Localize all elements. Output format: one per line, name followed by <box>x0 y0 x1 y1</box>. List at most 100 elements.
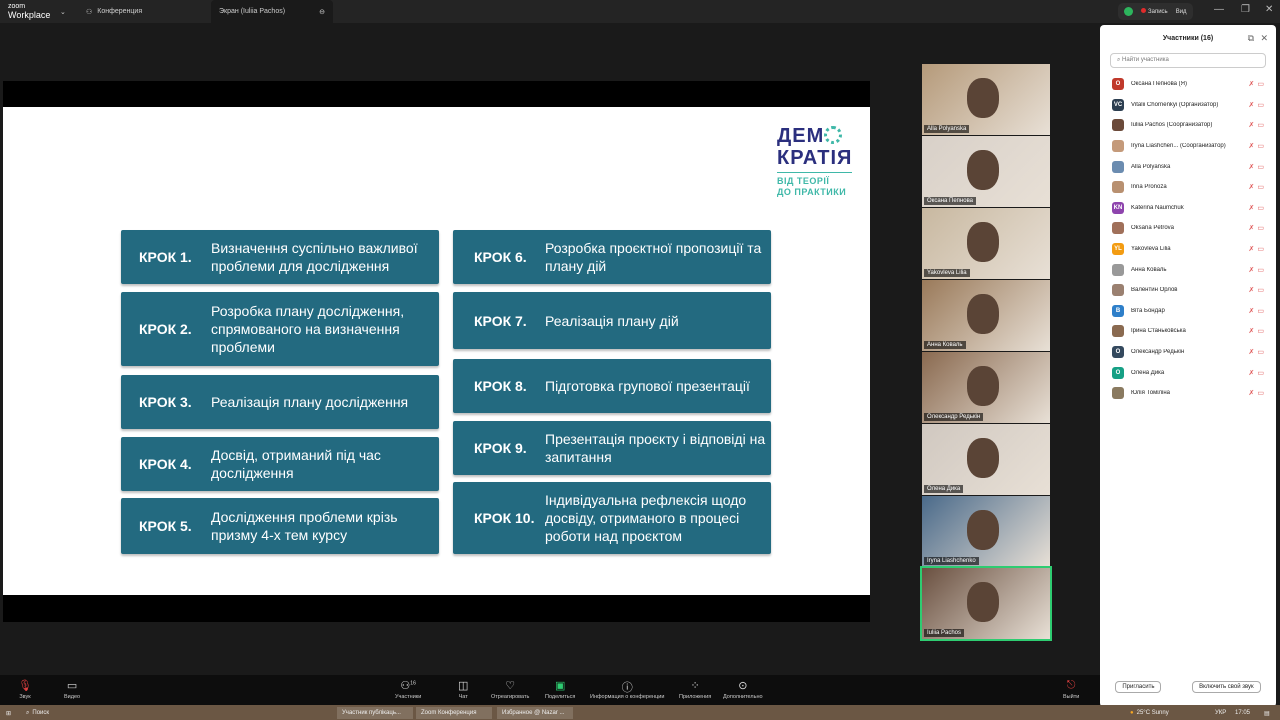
mic-muted-icon: ✗ <box>1248 369 1255 377</box>
video-tile[interactable]: Анна Коваль <box>922 280 1050 351</box>
participant-row[interactable]: Inna Pronoza ✗ ▭ <box>1100 177 1276 198</box>
video-tile[interactable]: Оксана Пепнова <box>922 136 1050 207</box>
unmute-self-button[interactable]: Включить свой звук <box>1192 681 1261 693</box>
avatar <box>1112 140 1124 153</box>
participant-row[interactable]: В Віта Бондар ✗ ▭ <box>1100 301 1276 322</box>
clock[interactable]: 17:05 <box>1235 707 1250 719</box>
participant-row[interactable]: Юлія Томіліна ✗ ▭ <box>1100 383 1276 404</box>
apps-button[interactable]: ⁘ Приложения <box>679 679 711 700</box>
meeting-info-button[interactable]: ⓘ Информация о конференции <box>590 679 664 700</box>
step-text: Визначення суспільно важливої проблеми д… <box>211 240 418 274</box>
step-text: Розробка плану дослідження, спрямованого… <box>211 303 405 355</box>
close-icon[interactable]: ✕ <box>1265 4 1273 15</box>
video-tile[interactable]: Олександр Редькін <box>922 352 1050 423</box>
participant-row[interactable]: О Олена Дика ✗ ▭ <box>1100 362 1276 383</box>
language-indicator[interactable]: УКР <box>1215 707 1226 719</box>
participant-video <box>967 438 999 478</box>
camera-icon: ▭ <box>66 680 78 692</box>
participant-name: Анна Коваль <box>1131 266 1167 273</box>
chevron-down-icon[interactable]: ⌄ <box>60 0 66 23</box>
camera-off-icon: ▭ <box>1257 246 1264 254</box>
participant-video <box>967 582 999 622</box>
search-participants-input[interactable]: ⌕ Найти участника <box>1110 53 1266 68</box>
step-card: КРОК 2. Розробка плану дослідження, спрям… <box>121 292 439 366</box>
participant-name: Ірина Станьковська <box>1131 328 1186 335</box>
participant-row[interactable]: YL Yakovleva Lilia ✗ ▭ <box>1100 239 1276 260</box>
camera-off-icon: ▭ <box>1257 349 1264 357</box>
participant-name: Віта Бондар <box>1131 307 1165 314</box>
participant-row[interactable]: О Оксана Пепнова (Я) ✗ ▭ <box>1100 74 1276 95</box>
taskbar-app-browser[interactable]: Участник публікаць... <box>337 707 413 719</box>
view-button[interactable]: Вид <box>1176 9 1187 15</box>
maximize-icon[interactable]: ❐ <box>1241 4 1250 15</box>
participant-row[interactable]: VC Vitalii Chornenkyi (Организатор) ✗ ▭ <box>1100 95 1276 116</box>
avatar: О <box>1112 346 1124 359</box>
tab-screen-share[interactable]: Экран (Iuliia Pachos) ⊖ <box>211 0 333 23</box>
mic-muted-icon: ✗ <box>1248 390 1255 398</box>
shield-icon <box>1124 7 1133 16</box>
avatar <box>1112 181 1124 194</box>
video-button[interactable]: ▭ Видео <box>64 679 80 700</box>
participants-icon: ⚇16 <box>400 680 416 692</box>
video-tile[interactable]: Iryna Liashchenko <box>922 496 1050 567</box>
democracy-logo: ДЕМ КРАТІЯ ВІД ТЕОРІЇ ДО ПРАКТИКИ <box>777 125 853 197</box>
record-button[interactable]: Запись <box>1141 8 1168 15</box>
step-number: КРОК 7. <box>474 312 527 329</box>
participant-row[interactable]: О Олександр Редькін ✗ ▭ <box>1100 342 1276 363</box>
leave-button[interactable]: ⎋ Выйти <box>1063 679 1079 700</box>
video-gallery: Alla Polyanska Оксана Пепнова Yakovleva Li… <box>920 64 1052 641</box>
avatar: О <box>1112 366 1124 379</box>
sun-icon: ● <box>1130 710 1134 716</box>
avatar <box>1112 160 1124 173</box>
participant-row[interactable]: Валентин Орлов ✗ ▭ <box>1100 280 1276 301</box>
participant-row[interactable]: Iuliia Pachos (Соорганизатор) ✗ ▭ <box>1100 115 1276 136</box>
video-tile[interactable]: Alla Polyanska <box>922 64 1050 135</box>
react-button[interactable]: ♡ Отреагировать <box>491 679 529 700</box>
meeting-toolbar: 🎙 Звук ▭ Видео ⚇16 Участники ◫ Чат ♡ Отреагир… <box>0 675 1100 705</box>
share-button[interactable]: ▣ Поделиться <box>545 679 575 700</box>
participant-row[interactable]: Анна Коваль ✗ ▭ <box>1100 259 1276 280</box>
participant-row[interactable]: Ірина Станьковська ✗ ▭ <box>1100 321 1276 342</box>
chat-button[interactable]: ◫ Чат <box>458 679 468 700</box>
participant-row[interactable]: Alla Polyanska ✗ ▭ <box>1100 156 1276 177</box>
weather-widget[interactable]: ● 25°C Sunny <box>1130 707 1169 719</box>
video-name-label: Анна Коваль <box>924 341 966 349</box>
mic-muted-icon: ✗ <box>1248 287 1255 295</box>
camera-off-icon: ▭ <box>1257 328 1264 336</box>
start-icon[interactable]: ⊞ <box>6 707 11 719</box>
step-card: КРОК 7. Реалізація плану дій <box>453 292 771 349</box>
camera-off-icon: ▭ <box>1257 287 1264 295</box>
step-text: Реалізація плану дослідження <box>211 394 409 410</box>
video-tile[interactable]: Yakovleva Lilia <box>922 208 1050 279</box>
more-icon[interactable]: ⊖ <box>319 8 325 16</box>
tab-conference[interactable]: ⚇ Конференция <box>86 0 142 23</box>
participant-video <box>967 150 999 190</box>
participant-video <box>967 366 999 406</box>
camera-off-icon: ▭ <box>1257 369 1264 377</box>
more-button[interactable]: ⊙ Дополнительно <box>723 679 763 700</box>
taskbar-app-favorites[interactable]: Избранное @ Nazar ... <box>497 707 573 719</box>
participant-name: Олександр Редькін <box>1131 349 1185 356</box>
audio-button[interactable]: 🎙 Звук <box>18 679 32 700</box>
mic-muted-icon: ✗ <box>1248 184 1255 192</box>
participant-row[interactable]: KN Katerina Naumchuk ✗ ▭ <box>1100 198 1276 219</box>
popout-icon[interactable]: ⧉ <box>1248 33 1254 44</box>
apps-icon: ⁘ <box>690 680 700 692</box>
video-tile[interactable]: Iuliia Pachos <box>920 566 1052 641</box>
step-number: КРОК 10. <box>474 510 535 526</box>
notifications-icon[interactable]: ▤ <box>1264 707 1270 719</box>
participants-button[interactable]: ⚇16 Участники <box>395 679 421 700</box>
video-tile[interactable]: Олена Дика <box>922 424 1050 495</box>
mic-muted-icon: ✗ <box>1248 101 1255 109</box>
taskbar-search[interactable]: ⌕ Поиск <box>26 707 49 719</box>
participant-row[interactable]: Oksana Petrova ✗ ▭ <box>1100 218 1276 239</box>
step-number: КРОК 4. <box>139 456 192 472</box>
participant-row[interactable]: Iryna Liashchen... (Соорганизатор) ✗ ▭ <box>1100 136 1276 157</box>
participant-name: Alla Polyanska <box>1131 163 1171 170</box>
leave-icon: ⎋ <box>1066 679 1076 691</box>
invite-button[interactable]: Пригласить <box>1115 681 1162 693</box>
taskbar-app-zoom[interactable]: Zoom Конференция <box>416 707 492 719</box>
video-name-label: Yakovleva Lilia <box>924 269 970 277</box>
minimize-icon[interactable]: — <box>1214 4 1224 15</box>
close-panel-icon[interactable]: ✕ <box>1260 33 1268 44</box>
